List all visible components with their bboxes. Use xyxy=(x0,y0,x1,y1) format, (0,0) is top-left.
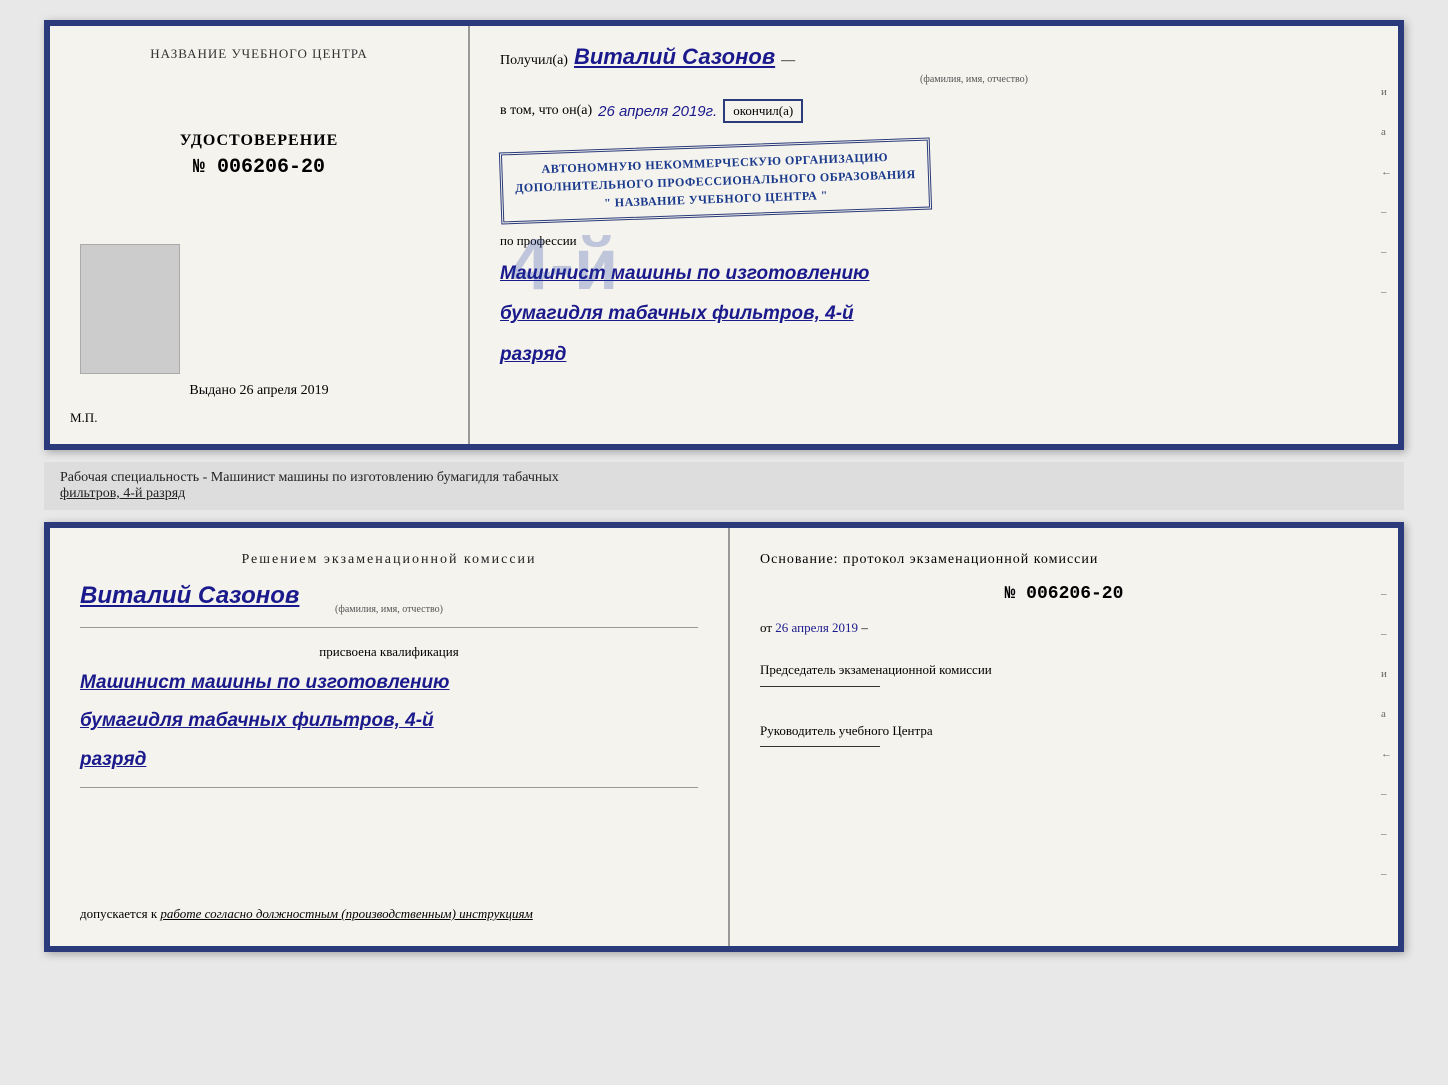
certificate-bottom: Решением экзаменационной комиссии Витали… xyxy=(44,522,1404,952)
vtom-line: в том, что он(а) 26 апреля 2019г. окончи… xyxy=(500,99,1368,123)
dopuskaetsya-italic: работе согласно должностным (производств… xyxy=(160,906,532,921)
osnov-number: № 006206-20 xyxy=(760,584,1368,604)
vydano-line: Выдано 26 апреля 2019 xyxy=(50,383,468,399)
edge-mark-a: а xyxy=(1381,126,1392,138)
edge-mark-dash3: – xyxy=(1381,286,1392,298)
vydano-label: Выдано 26 апреля 2019 xyxy=(189,383,328,398)
qual-2: бумагидля табачных фильтров, 4-й xyxy=(80,706,698,736)
ot-label: от xyxy=(760,620,772,635)
resheniem-title: Решением экзаменационной комиссии xyxy=(80,552,698,568)
cert-bottom-right-panel: Основание: протокол экзаменационной коми… xyxy=(730,528,1398,946)
edge-mark-dash2b: – xyxy=(1381,628,1392,640)
right-edge-marks-bottom: – – и а ← – – – xyxy=(1381,588,1392,880)
prisvoena-label: присвоена квалификация xyxy=(80,644,698,660)
rukov-block: Руководитель учебного Центра xyxy=(760,721,1368,754)
fio-sub-top: (фамилия, имя, отчество) xyxy=(580,74,1368,85)
qual-1: Машинист машины по изготовлению xyxy=(80,668,698,698)
prof-handwritten-1: Машинист машины по изготовлению xyxy=(500,259,1368,289)
certificate-top: НАЗВАНИЕ УЧЕБНОГО ЦЕНТРА УДОСТОВЕРЕНИЕ №… xyxy=(44,20,1404,450)
rukov-signature-line xyxy=(760,746,880,747)
ot-dash: – xyxy=(861,620,868,635)
edge-mark-arrow: ← xyxy=(1381,166,1392,178)
cert-bottom-left-panel: Решением экзаменационной комиссии Витали… xyxy=(50,528,730,946)
edge-mark-dash5b: – xyxy=(1381,868,1392,880)
prof-handwritten-2: бумагидля табачных фильтров, 4-й xyxy=(500,299,1368,329)
mp-label: М.П. xyxy=(70,410,97,426)
udostoverenie-title: УДОСТОВЕРЕНИЕ xyxy=(180,132,339,150)
prof-handwritten-3: разряд xyxy=(500,340,1368,370)
big-number: 4-й xyxy=(510,229,618,301)
poluchil-label: Получил(а) xyxy=(500,53,568,69)
stamp-area: 4-й АВТОНОМНУЮ НЕКОММЕРЧЕСКУЮ ОРГАНИЗАЦИ… xyxy=(500,139,1368,217)
stamp-box: АВТОНОМНУЮ НЕКОММЕРЧЕСКУЮ ОРГАНИЗАЦИЮ ДО… xyxy=(499,138,932,225)
certificate-number-top: № 006206-20 xyxy=(193,156,325,179)
edge-mark-dash2: – xyxy=(1381,246,1392,258)
edge-mark-ib: и xyxy=(1381,668,1392,680)
osnov-label: Основание: протокол экзаменационной коми… xyxy=(760,552,1368,568)
predsedatel-block: Председатель экзаменационной комиссии xyxy=(760,660,1368,693)
dopuskaetsya-label: допускается к xyxy=(80,906,157,921)
edge-mark-arrowb: ← xyxy=(1381,748,1392,760)
right-edge-marks-top: и а ← – – – xyxy=(1381,86,1392,298)
fio-handwritten: Виталий Сазонов xyxy=(574,44,775,70)
cert-top-right-panel: Получил(а) Виталий Сазонов — (фамилия, и… xyxy=(470,26,1398,444)
professiya-label: по профессии xyxy=(500,233,1368,249)
okonchil-label: окончил(а) xyxy=(723,99,803,123)
divider-qual xyxy=(80,787,698,788)
predsedatel-signature-line xyxy=(760,686,880,687)
edge-mark-dash1b: – xyxy=(1381,588,1392,600)
edge-mark-ab: а xyxy=(1381,708,1392,720)
middle-text-part2: фильтров, 4-й разряд xyxy=(60,486,185,501)
vtom-label: в том, что он(а) xyxy=(500,103,592,119)
middle-band: Рабочая специальность - Машинист машины … xyxy=(44,462,1404,510)
photo-placeholder xyxy=(80,244,180,374)
cert-top-left-panel: НАЗВАНИЕ УЧЕБНОГО ЦЕНТРА УДОСТОВЕРЕНИЕ №… xyxy=(50,26,470,444)
divider-fio xyxy=(80,627,698,628)
dash1: — xyxy=(781,53,795,69)
predsedatel-label: Председатель экзаменационной комиссии xyxy=(760,660,1368,680)
date-handwritten: 26 апреля 2019г. xyxy=(598,103,717,120)
school-name-top: НАЗВАНИЕ УЧЕБНОГО ЦЕНТРА xyxy=(150,46,367,62)
ot-date: 26 апреля 2019 xyxy=(775,620,858,635)
middle-text-part1: Рабочая специальность - Машинист машины … xyxy=(60,470,559,485)
edge-mark-i: и xyxy=(1381,86,1392,98)
rukov-label: Руководитель учебного Центра xyxy=(760,721,1368,741)
qual-3: разряд xyxy=(80,745,698,775)
ot-line: от 26 апреля 2019 – xyxy=(760,620,1368,636)
edge-mark-dash4b: – xyxy=(1381,828,1392,840)
edge-mark-dash3b: – xyxy=(1381,788,1392,800)
poluchil-line: Получил(а) Виталий Сазонов — xyxy=(500,44,1368,70)
edge-mark-dash1: – xyxy=(1381,206,1392,218)
dopuskaetsya-line: допускается к работе согласно должностны… xyxy=(80,906,698,922)
